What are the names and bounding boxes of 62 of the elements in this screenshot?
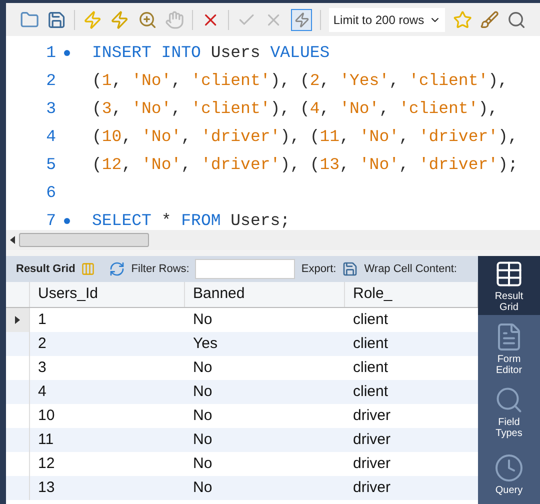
save-icon[interactable]: [47, 10, 66, 30]
current-row-icon: [15, 316, 20, 324]
line-number: 6: [45, 182, 56, 204]
line-number: 1: [45, 42, 56, 64]
code-line: (1, 'No', 'client'), (2, 'Yes', 'client'),: [92, 70, 508, 92]
limit-select[interactable]: Limit to 200 rows: [329, 8, 445, 32]
table-cell-text: 1: [37, 310, 48, 330]
column-header[interactable]: Users_Id: [30, 282, 185, 307]
table-cell-text: driver: [352, 454, 392, 474]
code-line: (10, 'No', 'driver'), (11, 'No', 'driver'),: [92, 126, 518, 148]
lightning-icon[interactable]: [83, 10, 102, 30]
result-grid-label: Result Grid: [16, 262, 76, 277]
side-panel-tab[interactable]: Form Editor: [478, 319, 540, 378]
table-cell-text: 12: [37, 454, 56, 474]
line-number: 2: [45, 70, 56, 92]
filter-label: Filter Rows:: [131, 262, 190, 277]
sql-editor[interactable]: [6, 36, 540, 230]
table-cell-text: 11: [37, 430, 55, 450]
table-cell-text: client: [352, 358, 390, 378]
table-cell-text: client: [352, 334, 390, 354]
code-line: INSERT INTO Users VALUES: [92, 42, 330, 64]
filter-field[interactable]: [195, 259, 296, 279]
wrap-label: Wrap Cell Content:: [364, 262, 457, 277]
side-panel-tab[interactable]: Query: [478, 445, 540, 504]
horizontal-scrollbar[interactable]: [6, 230, 540, 250]
table-cell-text: Yes: [192, 334, 218, 354]
table-cell-text: No: [192, 382, 214, 402]
folder-icon[interactable]: [20, 10, 40, 30]
table-cell-text: driver: [352, 478, 392, 498]
column-header[interactable]: Banned: [185, 282, 345, 307]
code-line: (3, 'No', 'client'), (4, 'No', 'client'),: [92, 98, 498, 120]
table-cell-text: 3: [37, 358, 48, 378]
table-cell-text: No: [192, 454, 214, 474]
line-number: 3: [45, 98, 56, 120]
export-label: Export:: [301, 262, 336, 277]
columns-icon[interactable]: [81, 262, 96, 276]
code-line: (12, 'No', 'driver'), (13, 'No', 'driver');: [92, 154, 518, 176]
table-cell-text: 2: [37, 334, 48, 354]
table-cell-text: No: [192, 310, 214, 330]
table-cell-text: No: [192, 406, 214, 426]
magnifier-icon[interactable]: [138, 10, 157, 30]
line-number: 4: [45, 126, 56, 148]
row-selector[interactable]: [6, 308, 30, 332]
table-cell-text: driver: [352, 430, 392, 450]
scrollbar-thumb[interactable]: [19, 233, 149, 247]
refresh-icon[interactable]: [109, 261, 126, 277]
table-cell-text: driver: [352, 406, 392, 426]
side-panel-tab[interactable]: Result Grid: [478, 256, 540, 315]
toggle-button[interactable]: [291, 8, 312, 30]
table-cell-text: No: [192, 430, 214, 450]
side-panel-tab[interactable]: Field Types: [478, 382, 540, 441]
code-line: SELECT * FROM Users;: [92, 210, 290, 232]
table-cell-text: No: [192, 478, 214, 498]
table-cell-text: client: [352, 382, 390, 402]
table-cell-text: 13: [37, 478, 56, 498]
table-cell-text: 10: [37, 406, 56, 426]
table-cell-text: No: [192, 358, 214, 378]
table-cell-text: client: [352, 310, 390, 330]
search-icon[interactable]: [506, 10, 526, 30]
line-number: 7: [45, 210, 56, 232]
table-cell-text: 4: [37, 382, 48, 402]
line-number: 5: [45, 154, 56, 176]
